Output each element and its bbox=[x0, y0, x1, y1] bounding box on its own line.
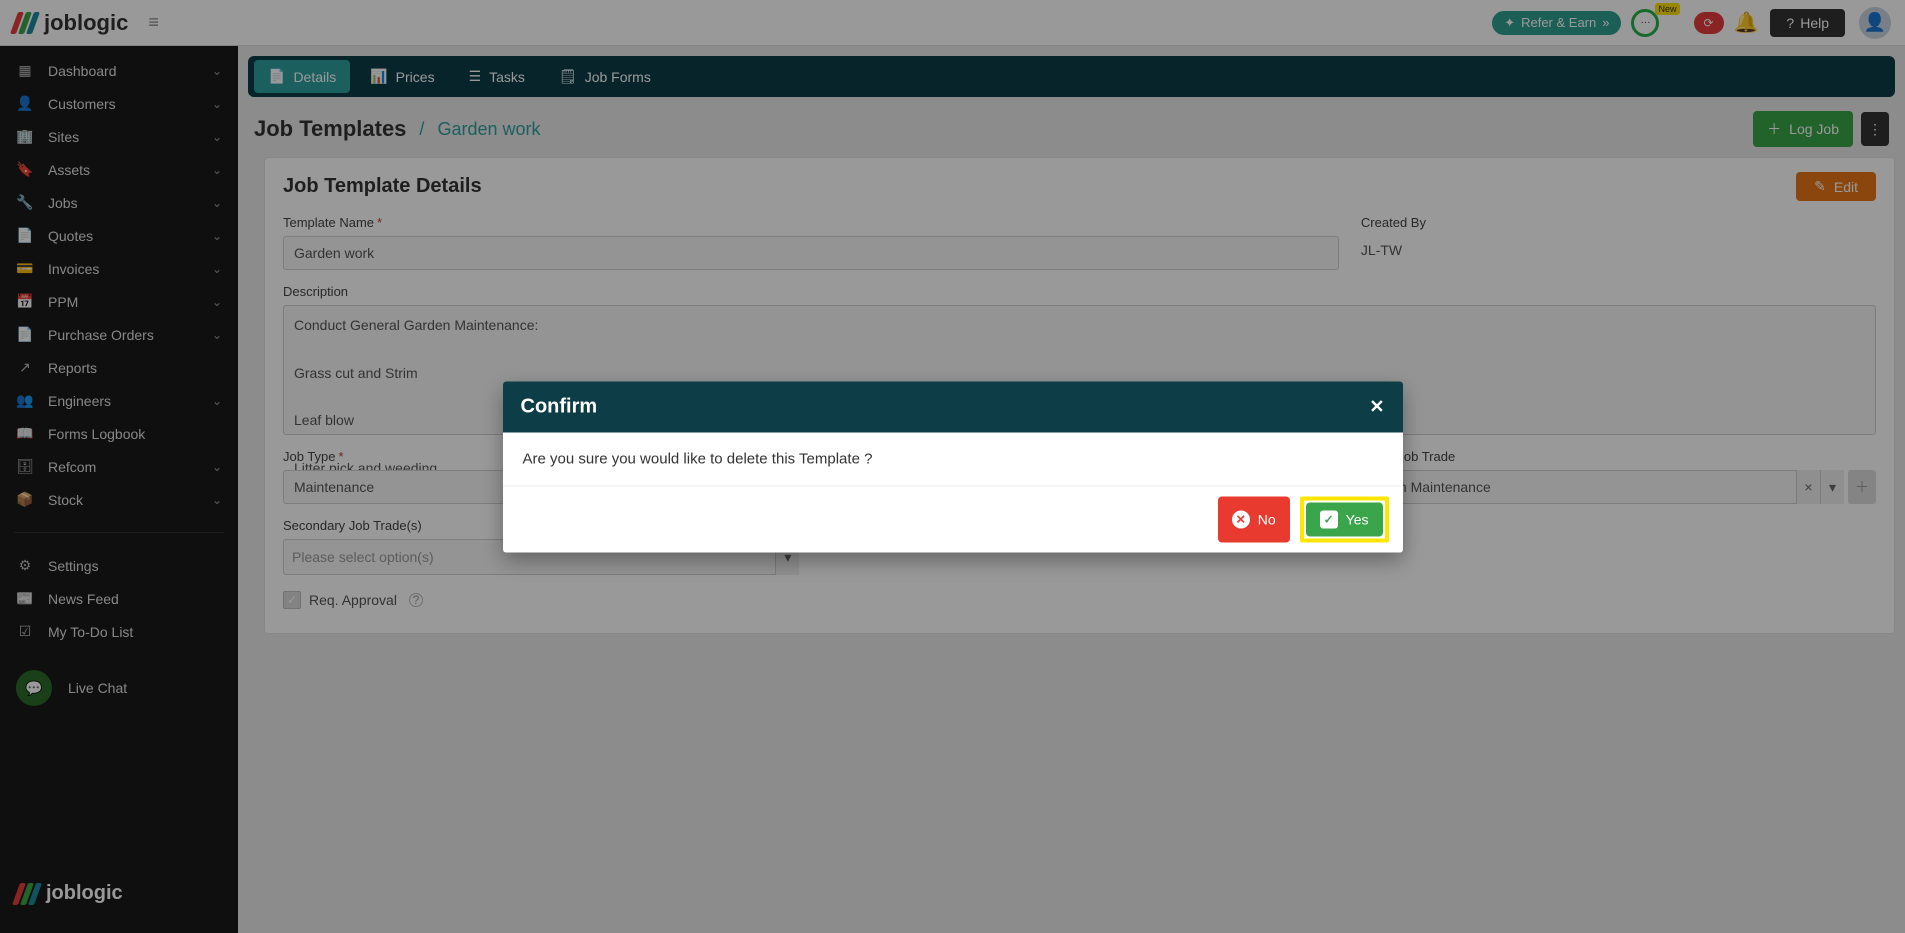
yes-highlight: ✓ Yes bbox=[1300, 496, 1389, 542]
confirm-icon: ✓ bbox=[1320, 510, 1338, 528]
confirm-modal: Confirm ✕ Are you sure you would like to… bbox=[503, 381, 1403, 552]
yes-label: Yes bbox=[1346, 511, 1369, 527]
modal-message: Are you sure you would like to delete th… bbox=[523, 450, 873, 467]
yes-button[interactable]: ✓ Yes bbox=[1306, 502, 1383, 536]
modal-title: Confirm bbox=[521, 395, 598, 418]
cancel-icon: ✕ bbox=[1232, 510, 1250, 528]
close-icon[interactable]: ✕ bbox=[1369, 396, 1384, 417]
no-button[interactable]: ✕ No bbox=[1218, 496, 1290, 542]
modal-footer: ✕ No ✓ Yes bbox=[503, 486, 1403, 552]
modal-header: Confirm ✕ bbox=[503, 381, 1403, 432]
modal-body: Are you sure you would like to delete th… bbox=[503, 432, 1403, 486]
no-label: No bbox=[1258, 511, 1276, 527]
